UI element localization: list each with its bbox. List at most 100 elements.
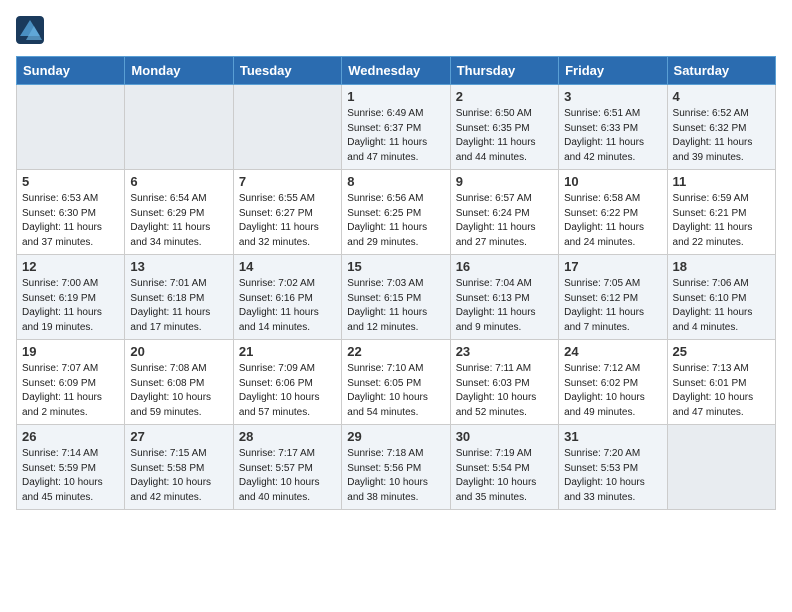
calendar-cell: 17 Sunrise: 7:05 AM Sunset: 6:12 PM Dayli… (559, 255, 667, 340)
day-info: Sunrise: 7:13 AM Sunset: 6:01 PM Dayligh… (673, 362, 770, 420)
logo (16, 16, 48, 44)
calendar-cell (17, 85, 125, 170)
day-info: Sunrise: 7:04 AM Sunset: 6:13 PM Dayligh… (456, 277, 553, 335)
calendar-cell: 1 Sunrise: 6:49 AM Sunset: 6:37 PM Daylig… (342, 85, 450, 170)
weekday-header-friday: Friday (559, 57, 667, 85)
day-info: Sunrise: 6:58 AM Sunset: 6:22 PM Dayligh… (564, 192, 661, 250)
calendar-cell: 12 Sunrise: 7:00 AM Sunset: 6:19 PM Dayli… (17, 255, 125, 340)
day-info: Sunrise: 6:57 AM Sunset: 6:24 PM Dayligh… (456, 192, 553, 250)
day-number: 15 (347, 259, 444, 274)
day-number: 12 (22, 259, 119, 274)
day-number: 21 (239, 344, 336, 359)
calendar-cell: 16 Sunrise: 7:04 AM Sunset: 6:13 PM Dayli… (450, 255, 558, 340)
day-info: Sunrise: 7:06 AM Sunset: 6:10 PM Dayligh… (673, 277, 770, 335)
day-info: Sunrise: 6:54 AM Sunset: 6:29 PM Dayligh… (130, 192, 227, 250)
day-number: 4 (673, 89, 770, 104)
day-number: 1 (347, 89, 444, 104)
day-number: 16 (456, 259, 553, 274)
day-number: 2 (456, 89, 553, 104)
calendar-cell: 25 Sunrise: 7:13 AM Sunset: 6:01 PM Dayli… (667, 340, 775, 425)
day-number: 22 (347, 344, 444, 359)
calendar-cell: 19 Sunrise: 7:07 AM Sunset: 6:09 PM Dayli… (17, 340, 125, 425)
day-number: 3 (564, 89, 661, 104)
day-number: 29 (347, 429, 444, 444)
day-number: 6 (130, 174, 227, 189)
calendar-cell: 8 Sunrise: 6:56 AM Sunset: 6:25 PM Daylig… (342, 170, 450, 255)
calendar-cell: 21 Sunrise: 7:09 AM Sunset: 6:06 PM Dayli… (233, 340, 341, 425)
day-info: Sunrise: 6:53 AM Sunset: 6:30 PM Dayligh… (22, 192, 119, 250)
calendar-cell (125, 85, 233, 170)
day-number: 25 (673, 344, 770, 359)
weekday-header-monday: Monday (125, 57, 233, 85)
day-info: Sunrise: 6:55 AM Sunset: 6:27 PM Dayligh… (239, 192, 336, 250)
day-number: 20 (130, 344, 227, 359)
day-number: 11 (673, 174, 770, 189)
calendar-cell: 23Sunrise: 7:11 AM Sunset: 6:03 PM Dayli… (450, 340, 558, 425)
calendar-cell: 20 Sunrise: 7:08 AM Sunset: 6:08 PM Dayli… (125, 340, 233, 425)
calendar-cell: 11 Sunrise: 6:59 AM Sunset: 6:21 PM Dayli… (667, 170, 775, 255)
calendar-cell: 6 Sunrise: 6:54 AM Sunset: 6:29 PM Daylig… (125, 170, 233, 255)
day-number: 28 (239, 429, 336, 444)
calendar-cell: 26Sunrise: 7:14 AM Sunset: 5:59 PM Dayli… (17, 425, 125, 510)
calendar-cell (667, 425, 775, 510)
weekday-header-sunday: Sunday (17, 57, 125, 85)
calendar-cell: 22 Sunrise: 7:10 AM Sunset: 6:05 PM Dayli… (342, 340, 450, 425)
day-info: Sunrise: 7:18 AM Sunset: 5:56 PM Dayligh… (347, 447, 444, 505)
calendar-table: SundayMondayTuesdayWednesdayThursdayFrid… (16, 56, 776, 510)
day-number: 27 (130, 429, 227, 444)
calendar-cell: 29 Sunrise: 7:18 AM Sunset: 5:56 PM Dayli… (342, 425, 450, 510)
day-number: 9 (456, 174, 553, 189)
calendar-cell: 3 Sunrise: 6:51 AM Sunset: 6:33 PM Daylig… (559, 85, 667, 170)
day-info: Sunrise: 6:56 AM Sunset: 6:25 PM Dayligh… (347, 192, 444, 250)
calendar-cell: 30Sunrise: 7:19 AM Sunset: 5:54 PM Dayli… (450, 425, 558, 510)
day-info: Sunrise: 7:07 AM Sunset: 6:09 PM Dayligh… (22, 362, 119, 420)
day-number: 17 (564, 259, 661, 274)
weekday-header-wednesday: Wednesday (342, 57, 450, 85)
calendar-week-row: 19 Sunrise: 7:07 AM Sunset: 6:09 PM Dayli… (17, 340, 776, 425)
day-info: Sunrise: 7:14 AM Sunset: 5:59 PM Dayligh… (22, 447, 119, 505)
calendar-cell: 18 Sunrise: 7:06 AM Sunset: 6:10 PM Dayli… (667, 255, 775, 340)
day-info: Sunrise: 7:09 AM Sunset: 6:06 PM Dayligh… (239, 362, 336, 420)
day-info: Sunrise: 7:11 AM Sunset: 6:03 PM Dayligh… (456, 362, 553, 420)
calendar-cell: 2 Sunrise: 6:50 AM Sunset: 6:35 PM Daylig… (450, 85, 558, 170)
day-info: Sunrise: 7:00 AM Sunset: 6:19 PM Dayligh… (22, 277, 119, 335)
day-number: 14 (239, 259, 336, 274)
day-info: Sunrise: 7:17 AM Sunset: 5:57 PM Dayligh… (239, 447, 336, 505)
calendar-header-row: SundayMondayTuesdayWednesdayThursdayFrid… (17, 57, 776, 85)
calendar-cell (233, 85, 341, 170)
calendar-week-row: 5 Sunrise: 6:53 AM Sunset: 6:30 PM Daylig… (17, 170, 776, 255)
day-info: Sunrise: 7:20 AM Sunset: 5:53 PM Dayligh… (564, 447, 661, 505)
day-info: Sunrise: 7:05 AM Sunset: 6:12 PM Dayligh… (564, 277, 661, 335)
day-number: 24 (564, 344, 661, 359)
day-number: 7 (239, 174, 336, 189)
day-info: Sunrise: 7:03 AM Sunset: 6:15 PM Dayligh… (347, 277, 444, 335)
day-number: 10 (564, 174, 661, 189)
calendar-cell: 15 Sunrise: 7:03 AM Sunset: 6:15 PM Dayli… (342, 255, 450, 340)
weekday-header-saturday: Saturday (667, 57, 775, 85)
calendar-cell: 13Sunrise: 7:01 AM Sunset: 6:18 PM Dayli… (125, 255, 233, 340)
day-number: 19 (22, 344, 119, 359)
day-info: Sunrise: 7:08 AM Sunset: 6:08 PM Dayligh… (130, 362, 227, 420)
day-info: Sunrise: 7:12 AM Sunset: 6:02 PM Dayligh… (564, 362, 661, 420)
day-info: Sunrise: 6:50 AM Sunset: 6:35 PM Dayligh… (456, 107, 553, 165)
day-info: Sunrise: 7:15 AM Sunset: 5:58 PM Dayligh… (130, 447, 227, 505)
weekday-header-tuesday: Tuesday (233, 57, 341, 85)
logo-icon (16, 16, 44, 44)
calendar-cell: 28 Sunrise: 7:17 AM Sunset: 5:57 PM Dayli… (233, 425, 341, 510)
calendar-cell: 7 Sunrise: 6:55 AM Sunset: 6:27 PM Daylig… (233, 170, 341, 255)
day-number: 31 (564, 429, 661, 444)
day-info: Sunrise: 7:02 AM Sunset: 6:16 PM Dayligh… (239, 277, 336, 335)
day-info: Sunrise: 6:49 AM Sunset: 6:37 PM Dayligh… (347, 107, 444, 165)
day-info: Sunrise: 6:59 AM Sunset: 6:21 PM Dayligh… (673, 192, 770, 250)
day-number: 18 (673, 259, 770, 274)
page-header (16, 16, 776, 44)
day-number: 8 (347, 174, 444, 189)
day-number: 13 (130, 259, 227, 274)
day-info: Sunrise: 6:52 AM Sunset: 6:32 PM Dayligh… (673, 107, 770, 165)
day-info: Sunrise: 7:10 AM Sunset: 6:05 PM Dayligh… (347, 362, 444, 420)
calendar-cell: 27 Sunrise: 7:15 AM Sunset: 5:58 PM Dayli… (125, 425, 233, 510)
day-info: Sunrise: 6:51 AM Sunset: 6:33 PM Dayligh… (564, 107, 661, 165)
calendar-week-row: 12 Sunrise: 7:00 AM Sunset: 6:19 PM Dayli… (17, 255, 776, 340)
day-info: Sunrise: 7:19 AM Sunset: 5:54 PM Dayligh… (456, 447, 553, 505)
day-number: 5 (22, 174, 119, 189)
